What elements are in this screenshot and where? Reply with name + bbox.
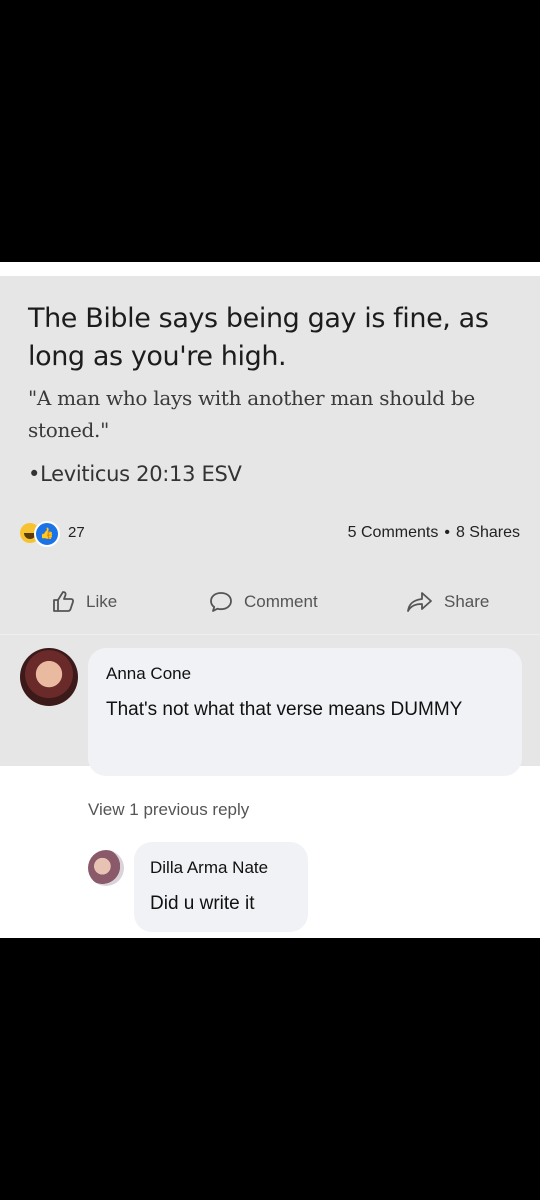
reply-avatar[interactable] — [88, 850, 124, 886]
comment-button[interactable]: Comment — [208, 582, 318, 622]
comment-icon — [210, 592, 232, 612]
engagement-stats: 5 Comments • 8 Shares — [348, 524, 520, 542]
reaction-count[interactable]: 27 — [68, 524, 85, 541]
share-button[interactable]: Share — [406, 582, 489, 622]
image-headline: The Bible says being gay is fine, as lon… — [28, 303, 489, 372]
reactions-bar: 👍 27 5 Comments • 8 Shares — [0, 520, 540, 550]
share-label: Share — [444, 592, 490, 611]
view-previous-reply-link[interactable]: View 1 previous reply — [88, 800, 249, 820]
share-arrow-icon — [407, 592, 432, 612]
comment-bubble: Anna Cone That's not what that verse mea… — [88, 648, 522, 776]
reply-author[interactable]: Dilla Arma Nate — [150, 858, 268, 878]
thumbs-up-icon — [53, 591, 75, 612]
separator-dot: • — [444, 524, 450, 541]
comment-author[interactable]: Anna Cone — [106, 664, 191, 684]
comments-count[interactable]: 5 Comments — [348, 524, 439, 541]
reply-text: Did u write it — [150, 893, 255, 914]
reaction-icons[interactable]: 👍 — [20, 520, 60, 547]
avatar[interactable] — [20, 648, 78, 706]
image-citation: •Leviticus 20:13 ESV — [28, 462, 242, 486]
divider — [0, 634, 540, 635]
comment-label: Comment — [244, 592, 318, 611]
post-card: The Bible says being gay is fine, as lon… — [0, 262, 540, 938]
like-label: Like — [86, 592, 118, 611]
reply-bubble: Dilla Arma Nate Did u write it — [134, 842, 308, 932]
shares-count[interactable]: 8 Shares — [456, 524, 520, 541]
like-icon: 👍 — [34, 521, 60, 547]
image-quote: "A man who lays with another man should … — [28, 386, 475, 442]
actions-bar: Like Comment Share — [0, 582, 540, 622]
comment-text: That's not what that verse means DUMMY — [106, 699, 463, 720]
like-button[interactable]: Like — [52, 582, 117, 622]
